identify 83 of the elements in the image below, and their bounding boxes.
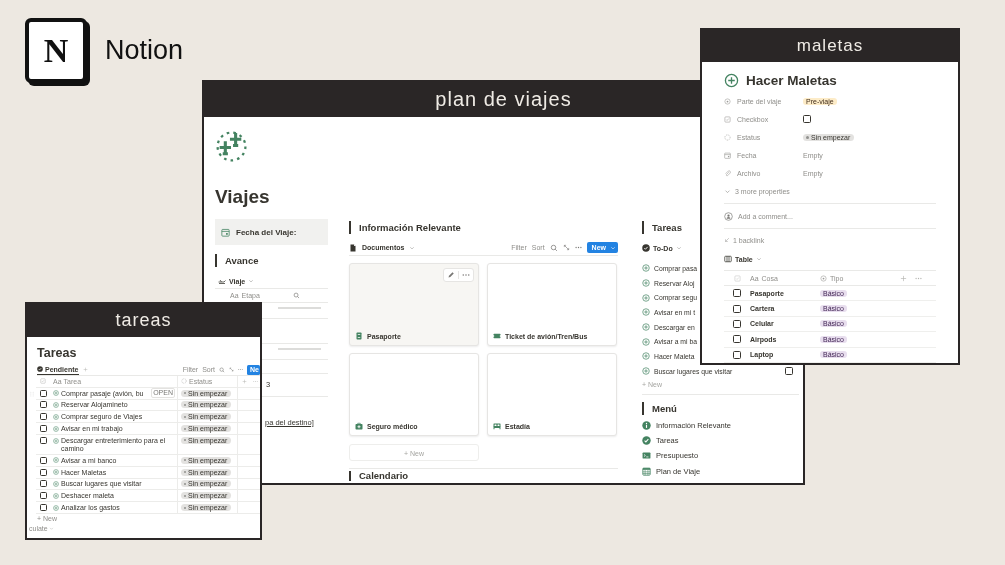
caret-icon	[610, 244, 616, 251]
plus-circle-icon	[642, 337, 650, 346]
plus-circle-icon	[53, 457, 59, 464]
page-title: Hacer Maletas	[746, 72, 837, 88]
plus-circle-icon	[642, 279, 650, 288]
check-circle-icon	[37, 366, 43, 372]
date-property[interactable]: Fecha del Viaje:	[215, 219, 328, 245]
status-icon	[181, 378, 187, 385]
ticket-icon	[493, 332, 501, 340]
plus-circle-icon	[642, 352, 650, 361]
checkbox-icon	[724, 115, 731, 123]
checkbox[interactable]	[733, 304, 741, 313]
search-icon[interactable]	[549, 243, 558, 252]
checkbox[interactable]	[785, 367, 793, 376]
brand-name: Notion	[105, 35, 184, 66]
checkbox[interactable]	[39, 401, 47, 409]
checkbox[interactable]	[39, 492, 47, 500]
window-title: plan de viajes	[435, 88, 572, 111]
checkbox-icon	[40, 378, 46, 385]
plus-circle-icon	[642, 293, 650, 302]
status-icon	[724, 133, 731, 141]
caret-icon	[755, 256, 762, 262]
page-title: Viajes	[215, 186, 270, 208]
section-heading: Información Relevante	[349, 221, 618, 234]
select-icon	[820, 274, 827, 282]
checkbox[interactable]	[733, 350, 741, 359]
plus-circle-icon	[642, 323, 650, 332]
paperclip-icon	[724, 169, 731, 177]
info-icon	[642, 420, 651, 430]
plus-circle-icon	[53, 402, 59, 408]
checkbox[interactable]	[39, 504, 47, 512]
caret-icon	[675, 245, 682, 251]
caret-icon	[48, 526, 54, 532]
plus-circle-icon	[53, 480, 59, 487]
check-circle-icon	[642, 435, 651, 445]
document-icon	[349, 243, 357, 252]
calendar-icon	[724, 151, 731, 159]
caret-icon	[409, 244, 416, 251]
plus-circle-icon	[53, 469, 59, 476]
plus-circle-icon	[53, 390, 59, 397]
passport-icon	[355, 332, 363, 340]
checkbox[interactable]	[39, 437, 47, 444]
plus-circle-icon	[53, 492, 59, 499]
section-heading: Avance	[215, 254, 328, 267]
checkbox[interactable]	[733, 289, 741, 298]
checkbox[interactable]	[733, 319, 741, 328]
pencil-icon[interactable]	[447, 271, 455, 279]
section-heading: Calendario	[349, 471, 618, 481]
window-title: tareas	[115, 310, 172, 331]
check-circle-icon	[642, 244, 650, 252]
plus-circle-icon	[642, 308, 650, 317]
plus-circle-icon	[53, 425, 59, 432]
plus-circle-icon	[642, 367, 650, 376]
calendar-icon	[221, 227, 230, 237]
checkbox[interactable]	[39, 468, 47, 476]
plus-circle-icon	[53, 413, 59, 420]
plus-circle-icon	[724, 72, 739, 88]
calendar-icon	[642, 466, 651, 476]
expand-icon[interactable]	[562, 244, 570, 251]
checkbox[interactable]	[803, 115, 811, 123]
checkbox[interactable]	[733, 335, 741, 344]
checkbox[interactable]	[39, 413, 47, 421]
checkbox[interactable]	[39, 389, 47, 397]
caret-icon	[248, 278, 255, 284]
window-title: maletas	[796, 36, 864, 56]
plus-circle-icon	[642, 264, 650, 273]
terminal-icon	[642, 451, 651, 461]
table-icon	[724, 255, 732, 263]
select-icon	[724, 97, 731, 105]
medical-kit-icon	[355, 422, 363, 430]
notion-logo: N	[25, 18, 87, 83]
checkbox[interactable]	[39, 480, 47, 488]
checkbox[interactable]	[39, 425, 47, 433]
page-title: Tareas	[37, 346, 77, 361]
plus-circle-icon	[53, 504, 59, 511]
property-label: Fecha del Viaje:	[236, 227, 297, 237]
section-heading: Menú	[642, 401, 799, 415]
checkbox-icon	[733, 274, 741, 282]
plus-circle-icon	[53, 438, 59, 444]
avatar-icon	[724, 211, 733, 221]
bed-icon	[493, 422, 501, 430]
backlink-icon	[724, 237, 730, 243]
checkbox[interactable]	[39, 456, 47, 464]
